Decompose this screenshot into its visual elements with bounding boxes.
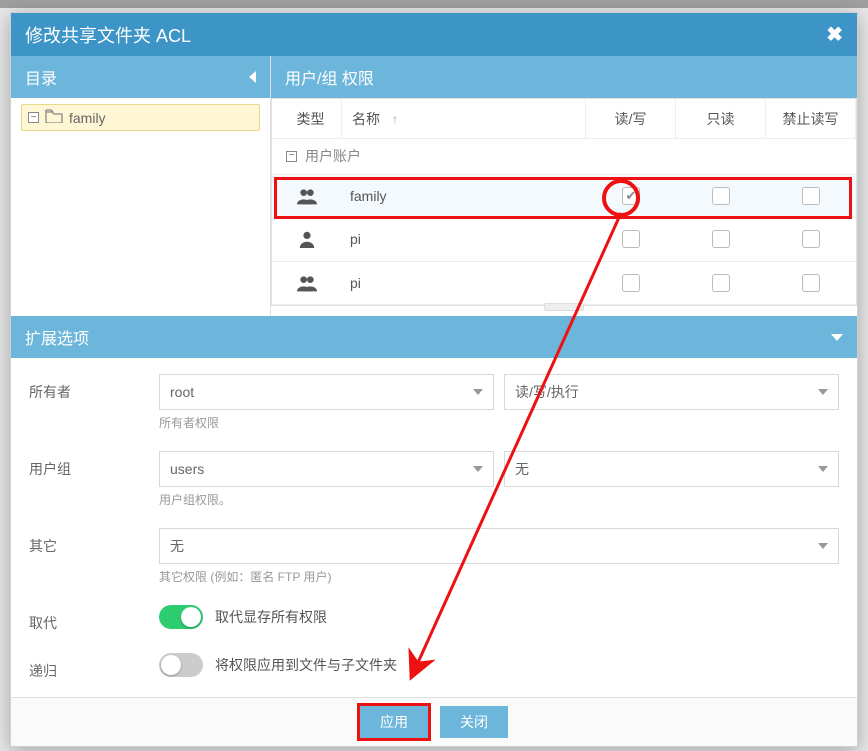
grid-splitter[interactable] xyxy=(271,306,857,316)
acl-dialog: 修改共享文件夹 ACL ✖ 目录 − family xyxy=(10,12,858,747)
table-row[interactable]: family xyxy=(272,175,856,219)
group-hint: 用户组权限。 xyxy=(159,491,839,508)
checkbox-deny[interactable] xyxy=(802,274,820,292)
col-rw[interactable]: 读/写 xyxy=(586,99,676,138)
permissions-panel: 用户/组 权限 类型 名称↑ 读/写 只读 禁止读写 − 用户账户 xyxy=(271,56,857,316)
recurse-toggle[interactable] xyxy=(159,653,203,677)
owner-perm-select[interactable]: 读/写/执行 xyxy=(504,374,839,410)
group-perm-value: 无 xyxy=(515,459,529,479)
row-type-icon xyxy=(272,274,342,292)
checkbox-ro[interactable] xyxy=(712,187,730,205)
table-row[interactable]: pi xyxy=(272,262,856,306)
group-collapse-icon[interactable]: − xyxy=(286,151,297,162)
group-icon xyxy=(297,187,317,205)
chevron-down-icon xyxy=(818,466,828,472)
grid-header: 类型 名称↑ 读/写 只读 禁止读写 xyxy=(272,99,856,139)
row-name: family xyxy=(350,188,387,204)
group-perm-select[interactable]: 无 xyxy=(504,451,839,487)
group-label: 用户账户 xyxy=(305,146,361,166)
tree-node-family[interactable]: − family xyxy=(21,104,260,131)
checkbox-rw[interactable] xyxy=(622,274,640,292)
close-icon[interactable]: ✖ xyxy=(826,22,843,47)
permissions-panel-title: 用户/组 权限 xyxy=(285,65,374,89)
group-icon xyxy=(297,274,317,292)
tree-collapse-icon[interactable]: − xyxy=(28,112,39,123)
dialog-titlebar: 修改共享文件夹 ACL ✖ xyxy=(11,13,857,56)
splitter-handle-icon xyxy=(544,303,584,311)
form-row-other: 其它 无 其它权限 (例如：匿名 FTP 用户) xyxy=(29,528,839,585)
row-name: pi xyxy=(350,231,361,247)
row-name: pi xyxy=(350,275,361,291)
owner-perm-value: 读/写/执行 xyxy=(515,382,579,402)
owner-select[interactable]: root xyxy=(159,374,494,410)
permissions-grid: 类型 名称↑ 读/写 只读 禁止读写 − 用户账户 xyxy=(271,98,857,306)
checkbox-rw[interactable] xyxy=(622,230,640,248)
col-ro[interactable]: 只读 xyxy=(676,99,766,138)
directory-tree: − family xyxy=(11,98,270,137)
replace-text: 取代显存所有权限 xyxy=(215,607,327,627)
row-type-icon xyxy=(272,187,342,205)
checkbox-deny[interactable] xyxy=(802,187,820,205)
directory-panel-header: 目录 xyxy=(11,56,270,98)
checkbox-rw[interactable] xyxy=(622,187,640,205)
row-type-icon xyxy=(272,230,342,248)
checkbox-ro[interactable] xyxy=(712,274,730,292)
permissions-panel-header: 用户/组 权限 xyxy=(271,56,857,98)
table-row[interactable]: pi xyxy=(272,218,856,262)
form-row-replace: 取代 取代显存所有权限 xyxy=(29,605,839,633)
form-row-owner: 所有者 root 读/写/执行 所有者权限 xyxy=(29,374,839,431)
owner-label: 所有者 xyxy=(29,374,159,402)
chevron-down-icon xyxy=(473,466,483,472)
col-deny[interactable]: 禁止读写 xyxy=(766,99,856,138)
replace-label: 取代 xyxy=(29,605,159,633)
grid-group-users[interactable]: − 用户账户 xyxy=(272,139,856,175)
group-label: 用户组 xyxy=(29,451,159,479)
dialog-title: 修改共享文件夹 ACL xyxy=(25,22,191,48)
directory-panel-title: 目录 xyxy=(25,65,57,89)
folder-open-icon xyxy=(45,109,63,126)
owner-value: root xyxy=(170,384,194,400)
user-icon xyxy=(297,230,317,248)
group-value: users xyxy=(170,461,204,477)
extended-panel-body: 所有者 root 读/写/执行 所有者权限 xyxy=(11,358,857,697)
recurse-label: 递归 xyxy=(29,653,159,681)
close-button[interactable]: 关闭 xyxy=(440,706,508,738)
form-row-recurse: 递归 将权限应用到文件与子文件夹 xyxy=(29,653,839,681)
collapse-down-icon[interactable] xyxy=(831,334,843,341)
recurse-text: 将权限应用到文件与子文件夹 xyxy=(215,655,397,675)
group-select[interactable]: users xyxy=(159,451,494,487)
form-row-group: 用户组 users 无 用户组权限。 xyxy=(29,451,839,508)
other-label: 其它 xyxy=(29,528,159,556)
top-area: 目录 − family 用户/组 权限 xyxy=(11,56,857,316)
other-hint: 其它权限 (例如：匿名 FTP 用户) xyxy=(159,568,839,585)
extended-panel-title: 扩展选项 xyxy=(25,325,89,349)
col-name[interactable]: 名称↑ xyxy=(342,99,586,138)
other-value: 无 xyxy=(170,536,184,556)
chevron-down-icon xyxy=(818,543,828,549)
dialog-footer: 应用 关闭 xyxy=(11,697,857,746)
owner-hint: 所有者权限 xyxy=(159,414,839,431)
collapse-left-icon[interactable] xyxy=(249,71,256,83)
col-type[interactable]: 类型 xyxy=(272,99,342,138)
background-tab xyxy=(0,0,868,8)
apply-button[interactable]: 应用 xyxy=(360,706,428,738)
replace-toggle[interactable] xyxy=(159,605,203,629)
extended-panel-header[interactable]: 扩展选项 xyxy=(11,316,857,357)
checkbox-ro[interactable] xyxy=(712,230,730,248)
directory-panel: 目录 − family xyxy=(11,56,271,316)
chevron-down-icon xyxy=(473,389,483,395)
chevron-down-icon xyxy=(818,389,828,395)
tree-node-label: family xyxy=(69,110,106,126)
checkbox-deny[interactable] xyxy=(802,230,820,248)
sort-asc-icon: ↑ xyxy=(392,112,398,126)
other-select[interactable]: 无 xyxy=(159,528,839,564)
